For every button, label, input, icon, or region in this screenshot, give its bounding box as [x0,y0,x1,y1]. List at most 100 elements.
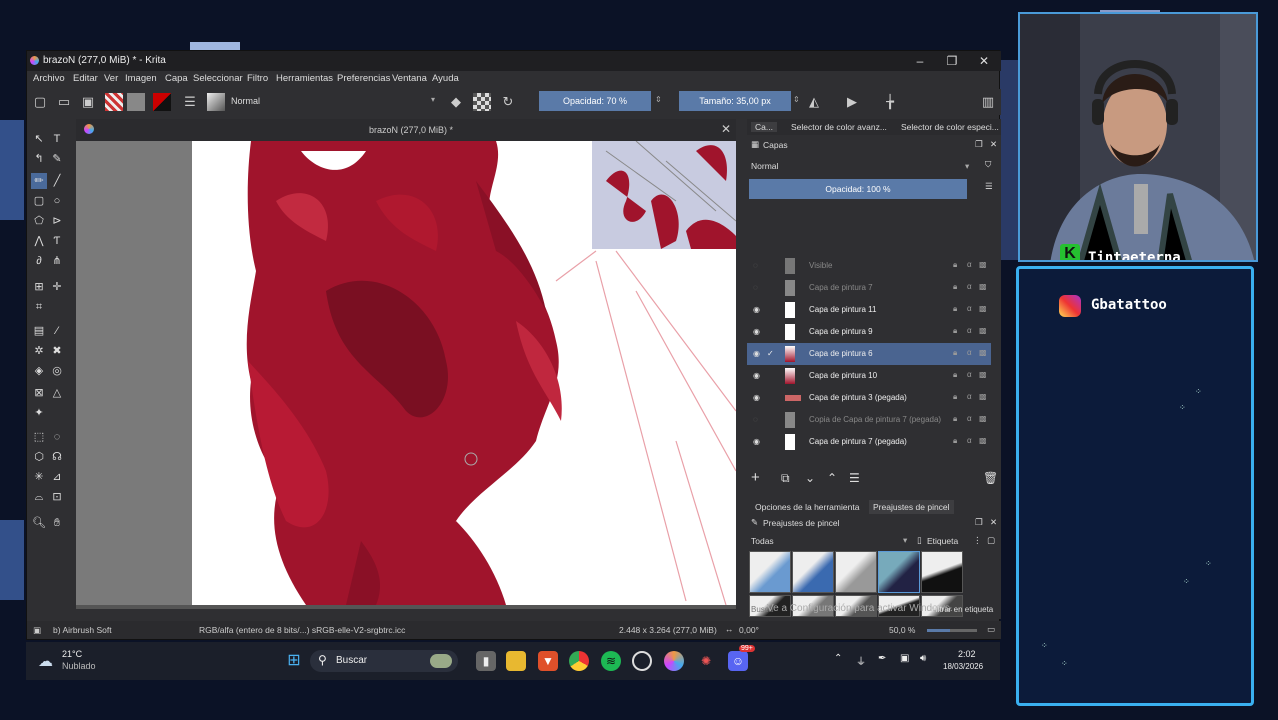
move-tool-icon[interactable]: ✛ [49,279,65,295]
alpha-icon[interactable]: α [967,304,972,313]
color-picker-icon[interactable]: ⁄ [49,323,65,339]
alpha-lock-icon[interactable]: ▩ [979,414,987,423]
task-view-icon[interactable]: ▮ [476,651,496,671]
select-tool-icon[interactable]: ↖ [31,131,47,147]
volume-icon[interactable]: 🔊︎ [920,653,926,664]
close-button[interactable]: ✕ [973,52,995,70]
brush-settings-icon[interactable]: ☰ [181,93,199,111]
rotate-icon[interactable]: ↔ [725,624,734,634]
minimize-button[interactable]: – [909,52,931,70]
close-docker-icon[interactable]: ✕ [990,139,997,150]
layer-row-selected[interactable]: ◉ ✓ Capa de pintura 6 🔒︎ α ▩ [747,343,991,365]
freehand-brush-icon[interactable]: ✏ [31,173,47,189]
alpha-lock-icon[interactable]: ▩ [979,392,987,401]
wrap-icon[interactable]: ╆ [881,93,899,111]
rect-select-icon[interactable]: ⬚ [31,429,47,445]
alpha-icon[interactable]: α [967,260,972,269]
calligraphy-icon[interactable]: ✎ [49,151,65,167]
horizontal-scrollbar[interactable] [76,605,736,609]
alpha-lock-icon[interactable]: ▩ [979,260,987,269]
zoom-slider[interactable] [927,629,977,632]
stepper-icon[interactable]: ⇕ [793,95,800,104]
crop-tool-icon[interactable]: ⌗ [31,299,47,315]
tab-advanced-color-selector[interactable]: Selector de color avanz... [791,122,887,132]
menu-icon[interactable]: ☰ [985,181,993,192]
line-tool-icon[interactable]: ╱ [49,173,65,189]
lock-icon[interactable]: 🔒︎ [953,282,957,292]
transform-tool-icon[interactable]: ⊞ [31,279,47,295]
menu-herramientas[interactable]: Herramientas [276,73,333,84]
windows-start-icon[interactable]: ⊞ [284,651,304,671]
multibrush-icon[interactable]: ⋔ [49,253,65,269]
menu-ventana[interactable]: Ventana [392,73,427,84]
display-icon[interactable]: ▣ [900,653,909,664]
move-up-icon[interactable]: ⌃ [827,471,837,485]
brave-icon[interactable]: ▼ [538,651,558,671]
bezier-tool-icon[interactable]: ⋀ [31,233,47,249]
layer-row[interactable]: ◉ Capa de pintura 10 🔒︎ α ▩ [747,365,991,387]
chevron-down-icon[interactable]: ▾ [431,95,435,104]
gradient-tool-icon[interactable]: ▤ [31,323,47,339]
freehand-select-icon[interactable]: ☊ [49,449,65,465]
enclose-fill-icon[interactable]: ◎ [49,363,65,379]
menu-archivo[interactable]: Archivo [33,73,65,84]
lock-icon[interactable]: 🔒︎ [953,326,957,336]
search-box[interactable]: ⚲ Buscar [310,650,458,672]
eraser-icon[interactable]: ◆ [447,93,465,111]
tab-tool-options[interactable]: Opciones de la herramienta [755,502,859,512]
alpha-icon[interactable]: α [967,370,972,379]
tray-chevron-icon[interactable]: ⌃ [834,653,842,664]
eye-icon[interactable]: ◉ [753,305,762,314]
tab-brush-presets[interactable]: Preajustes de pincel [869,500,954,514]
layer-row[interactable]: ◌ Copia de Capa de pintura 7 (pegada) 🔒︎ α ▩ [747,409,991,431]
pattern-icon[interactable] [127,93,145,111]
brush-preset-pen[interactable] [792,551,834,593]
hidden-icon[interactable]: ◌ [753,261,762,270]
pen-icon[interactable]: ✒ [878,653,886,664]
chevron-down-icon[interactable]: ▾ [965,161,969,172]
alpha-icon[interactable]: α [967,282,972,291]
dock-toggle-icon[interactable]: ▥ [979,93,997,111]
ellipse-tool-icon[interactable]: ○ [49,193,65,209]
reload-icon[interactable]: ↻ [499,93,517,111]
lock-icon[interactable]: 🔒︎ [953,436,957,446]
float-docker-icon[interactable]: ❐ [975,517,983,528]
measure-tool-icon[interactable]: △ [49,385,65,401]
bezier-select-icon[interactable]: ⌓ [31,489,47,505]
chevron-down-icon[interactable]: ▾ [903,535,907,546]
alpha-icon[interactable]: α [967,392,972,401]
duplicate-layer-icon[interactable]: ⧉ [781,471,790,486]
pan-tool-icon[interactable]: ✋︎ [49,515,65,531]
eye-icon[interactable]: ◉ [753,437,762,446]
smart-patch-icon[interactable]: ✲ [31,343,47,359]
alpha-lock-icon[interactable]: ▩ [979,304,987,313]
hidden-icon[interactable]: ◌ [753,283,762,292]
mirror-horizontal-icon[interactable]: ◭ [805,93,823,111]
text-tool-icon[interactable]: T [49,131,65,147]
eye-icon[interactable]: ◉ [753,327,762,336]
polyline-tool-icon[interactable]: ⊳ [49,213,65,229]
discord-icon[interactable]: ☺ [728,651,748,671]
tab-specific-color-selector[interactable]: Selector de color especi... [901,122,999,132]
lock-icon[interactable]: 🔒︎ [953,392,957,402]
hidden-icon[interactable]: ◌ [753,415,762,424]
layer-row[interactable]: ◉ Capa de pintura 7 (pegada) 🔒︎ α ▩ [747,431,991,453]
contiguous-select-icon[interactable]: ✳ [31,469,47,485]
delete-layer-icon[interactable]: 🗑︎ [983,471,998,485]
obs-icon[interactable] [632,651,652,671]
gradient-icon[interactable] [105,93,123,111]
new-document-icon[interactable]: ▢ [31,93,49,111]
float-docker-icon[interactable]: ❐ [975,139,983,150]
layer-row[interactable]: ◌ Visible 🔒︎ α ▩ [747,255,991,277]
layer-properties-icon[interactable]: ☰ [849,471,860,485]
assistant-tool-icon[interactable]: ⊠ [31,385,47,401]
menu-seleccionar[interactable]: Seleccionar [193,73,243,84]
dynamic-brush-icon[interactable]: ∂ [31,253,47,269]
spotify-icon[interactable]: ≋ [601,651,621,671]
alpha-lock-icon[interactable]: ▩ [979,370,987,379]
brush-preset-ink[interactable] [921,551,963,593]
similar-select-icon[interactable]: ⊿ [49,469,65,485]
add-layer-icon[interactable]: + [751,469,760,486]
menu-preferencias[interactable]: Preferencias [337,73,390,84]
stepper-icon[interactable]: ⇕ [655,95,662,104]
